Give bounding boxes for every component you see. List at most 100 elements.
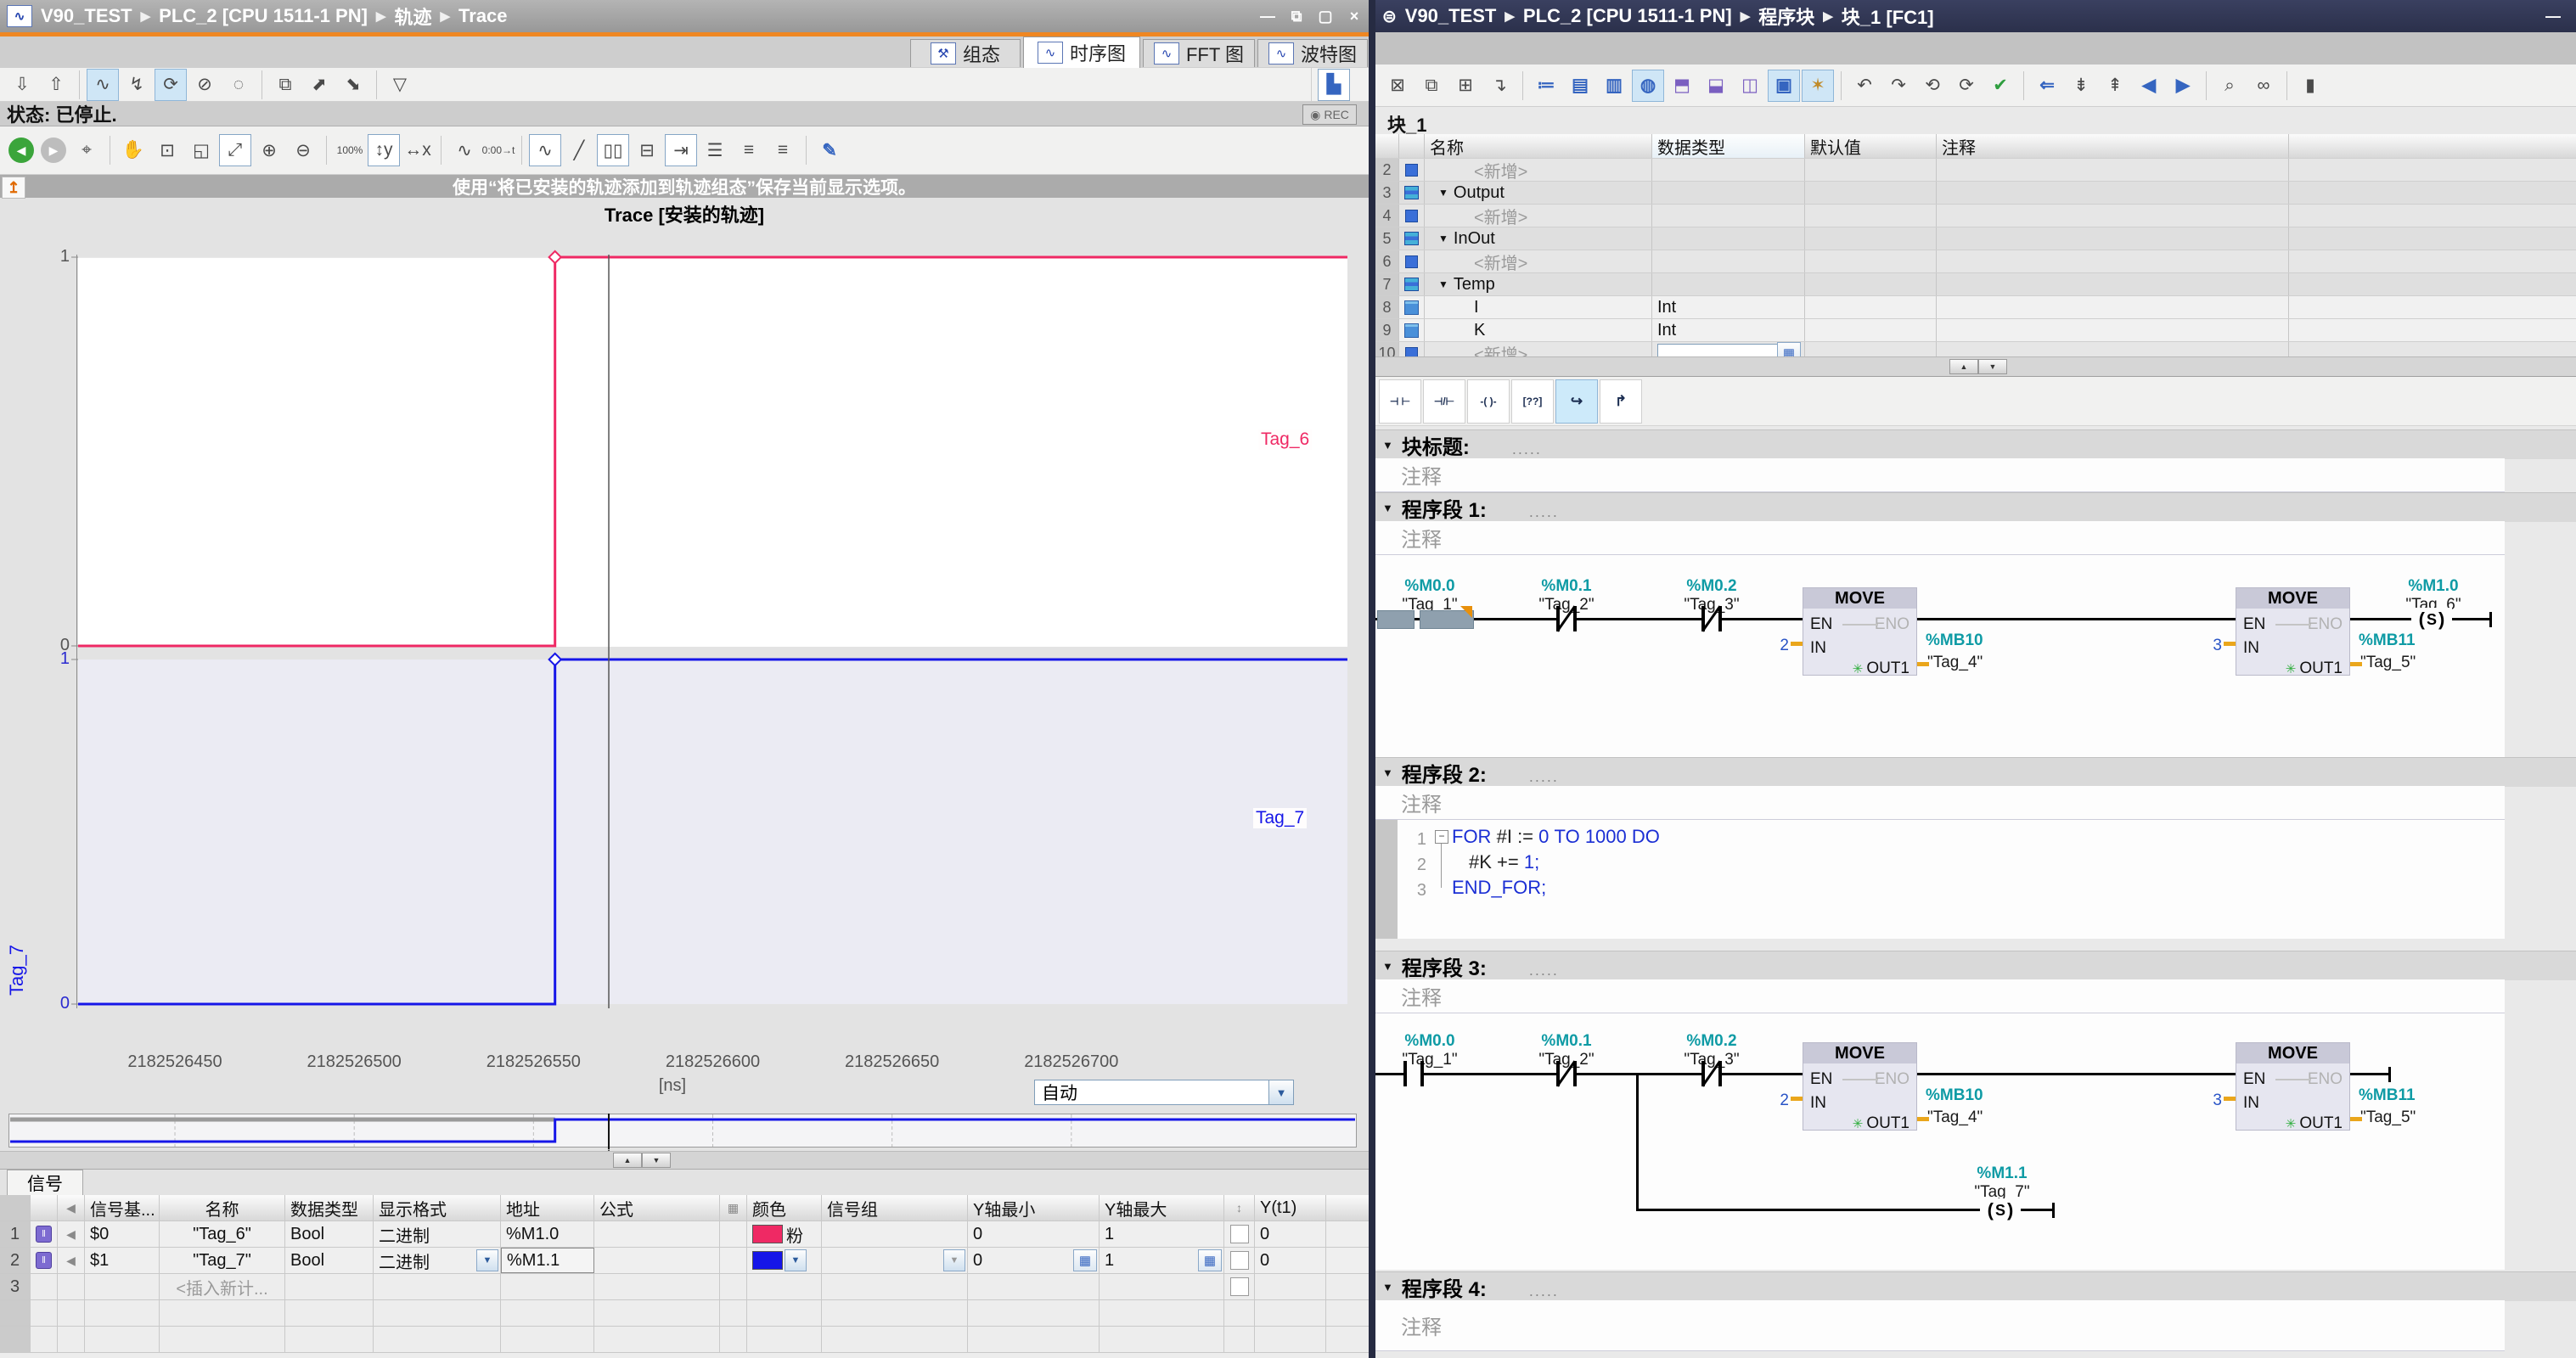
float-button[interactable]: ▢ bbox=[1311, 8, 1340, 25]
tab-configuration[interactable]: ⚒ 组态 bbox=[910, 39, 1021, 67]
overview-band[interactable] bbox=[8, 1114, 1357, 1148]
copy-icon[interactable]: ⧉ bbox=[269, 69, 301, 101]
measure-cursor-icon[interactable]: ⌖ bbox=[70, 134, 103, 166]
out1-pin[interactable]: OUT1 bbox=[1866, 1114, 1910, 1133]
collapse-up-button[interactable]: ▲ bbox=[1949, 359, 1978, 374]
scale-checkbox-cell[interactable] bbox=[1224, 1274, 1255, 1299]
eno-pin[interactable]: ENO bbox=[2308, 615, 2343, 634]
operand-tag[interactable]: "Tag_2" bbox=[1516, 596, 1617, 614]
network-1-header[interactable]: ▼ 程序段 1: ..... bbox=[1375, 492, 2576, 522]
set-coil[interactable]: (S) bbox=[1980, 1198, 2021, 1222]
header-datatype[interactable]: 数据类型 bbox=[285, 1195, 374, 1221]
out-operand-address[interactable]: %MB10 bbox=[1926, 631, 2028, 650]
section-name-cell[interactable]: ▼InOut bbox=[1425, 227, 1652, 250]
color-cell[interactable]: 粉 bbox=[747, 1221, 822, 1247]
in-pin[interactable]: IN bbox=[1810, 639, 1826, 658]
header-name[interactable]: 名称 bbox=[160, 1195, 285, 1221]
no-contact-button[interactable]: ⊣ ⊢ bbox=[1379, 379, 1421, 424]
add-to-config-shortcut-icon[interactable]: ↥ bbox=[2, 177, 25, 199]
close-button[interactable]: × bbox=[1340, 8, 1369, 25]
download-icon[interactable]: ✔ bbox=[1984, 70, 2016, 102]
var-name-cell[interactable]: I bbox=[1425, 296, 1652, 318]
out-operand-tag[interactable]: "Tag_5" bbox=[2360, 654, 2462, 672]
out-operand-tag[interactable]: "Tag_5" bbox=[2360, 1108, 2462, 1127]
export-csv-icon[interactable]: ⬈ bbox=[303, 69, 335, 101]
header-y-t1[interactable]: Y(t1) bbox=[1255, 1195, 1326, 1221]
close-branch-button[interactable]: ↱ bbox=[1600, 379, 1642, 424]
signal-base-cell[interactable]: $0 bbox=[85, 1221, 160, 1247]
network-list-icon[interactable]: ▤ bbox=[1564, 70, 1596, 102]
bars-vertical-icon[interactable]: ▯▯ bbox=[597, 134, 629, 166]
header-color[interactable]: 颜色 bbox=[747, 1195, 822, 1221]
out-operand-address[interactable]: %MB11 bbox=[2359, 631, 2461, 650]
signal-name-cell[interactable]: "Tag_6" bbox=[160, 1221, 285, 1247]
add-new-cell[interactable]: <新增> bbox=[1425, 205, 1652, 227]
header-display-format[interactable]: 显示格式 bbox=[374, 1195, 501, 1221]
compile-icon[interactable]: ⟲ bbox=[1916, 70, 1949, 102]
address-cell[interactable]: %M1.0 bbox=[501, 1221, 594, 1247]
coil-address[interactable]: %M1.1 bbox=[1951, 1164, 2053, 1183]
out-operand-tag[interactable]: "Tag_4" bbox=[1927, 1108, 2029, 1127]
next-error-icon[interactable]: ▶ bbox=[2167, 70, 2199, 102]
favorites-icon[interactable]: ✶ bbox=[1802, 70, 1834, 102]
restore-button[interactable]: ⧉ bbox=[1282, 8, 1311, 25]
chevron-down-icon[interactable]: ▼ bbox=[1438, 187, 1448, 199]
out1-pin[interactable]: OUT1 bbox=[2299, 1114, 2343, 1133]
title-dots[interactable]: ..... bbox=[1512, 441, 1542, 458]
time-base-select[interactable]: 自动 ▼ bbox=[1034, 1080, 1294, 1105]
header-speaker-icon[interactable]: ◀ bbox=[58, 1195, 85, 1221]
tab-signals[interactable]: 信号 bbox=[7, 1170, 83, 1196]
add-installed-trace-to-config-icon[interactable]: ∿ bbox=[87, 69, 119, 101]
samples-markers-icon[interactable]: ∿ bbox=[529, 134, 561, 166]
out1-pin[interactable]: OUT1 bbox=[2299, 659, 2343, 678]
in-pin[interactable]: IN bbox=[1810, 1094, 1826, 1113]
chevron-down-icon[interactable]: ▼ bbox=[476, 1249, 498, 1271]
branch-icon[interactable]: ⬓ bbox=[1700, 70, 1732, 102]
eno-pin[interactable]: ENO bbox=[1875, 615, 1910, 634]
series-label-tag6[interactable]: Tag_6 bbox=[1258, 429, 1312, 450]
block-comment[interactable]: 注释 bbox=[1375, 458, 2505, 492]
redo-icon[interactable]: ↷ bbox=[1882, 70, 1915, 102]
signal-base-cell[interactable]: $1 bbox=[85, 1248, 160, 1273]
pan-icon[interactable]: ✋ bbox=[117, 134, 149, 166]
block-properties-icon[interactable]: ▮ bbox=[2294, 70, 2326, 102]
filter-icon[interactable]: ▽ bbox=[384, 69, 416, 101]
add-new-cell[interactable]: <新增> bbox=[1425, 250, 1652, 272]
interface-row-inout[interactable]: 5 ▼InOut bbox=[1375, 227, 2576, 250]
network-4-comment[interactable]: 注释 bbox=[1375, 1300, 2505, 1351]
horizontal-splitter[interactable] bbox=[0, 1151, 1369, 1170]
comments-toggle-icon[interactable]: ◍ bbox=[1632, 70, 1664, 102]
y-max-cell[interactable]: 1 bbox=[1100, 1221, 1224, 1247]
section-name-cell[interactable]: ▼Output bbox=[1425, 182, 1652, 204]
speaker-icon[interactable]: ◀ bbox=[58, 1248, 85, 1273]
network-2-header[interactable]: ▼ 程序段 2: ..... bbox=[1375, 757, 2576, 787]
measurement-device-icon[interactable]: ▙ bbox=[1318, 69, 1350, 101]
breadcrumb-project[interactable]: V90_TEST bbox=[41, 5, 132, 27]
fx-cell[interactable] bbox=[720, 1221, 747, 1247]
collapse-down-button[interactable]: ▼ bbox=[1978, 359, 2007, 374]
split-editor-icon[interactable]: ⊠ bbox=[1381, 70, 1414, 102]
formula-cell[interactable] bbox=[594, 1221, 720, 1247]
var-type-cell[interactable]: Int bbox=[1652, 296, 1805, 318]
import-csv-icon[interactable]: ⬊ bbox=[337, 69, 369, 101]
network-3-comment[interactable]: 注释 bbox=[1375, 979, 2505, 1013]
checkbox[interactable] bbox=[1230, 1277, 1249, 1296]
network-1-comment[interactable]: 注释 bbox=[1375, 521, 2505, 555]
network-4-header[interactable]: ▼ 程序段 4: ..... bbox=[1375, 1271, 2576, 1301]
display-format-cell[interactable]: 二进制 bbox=[374, 1221, 501, 1247]
color-cell[interactable]: ▼ bbox=[747, 1248, 822, 1273]
checkbox[interactable] bbox=[1230, 1251, 1249, 1270]
samples-line-icon[interactable]: ╱ bbox=[563, 134, 595, 166]
header-name[interactable]: 名称 bbox=[1425, 134, 1652, 158]
chevron-down-icon[interactable]: ▼ bbox=[1382, 439, 1393, 452]
signal-datatype-cell[interactable]: Bool bbox=[285, 1221, 374, 1247]
scl-code-block[interactable]: 1 2 3 − FOR #I := 0 TO 1000 DO #K += 1; … bbox=[1375, 820, 2505, 939]
zoom-time-icon[interactable]: ⤢ bbox=[219, 134, 251, 166]
chevron-down-icon[interactable]: ▼ bbox=[1382, 766, 1393, 779]
in-constant[interactable]: 3 bbox=[2195, 637, 2222, 655]
reset-layout-icon[interactable]: ↴ bbox=[1483, 70, 1516, 102]
code-line-3[interactable]: END_FOR; bbox=[1452, 876, 1546, 899]
var-type-cell[interactable]: Int bbox=[1652, 319, 1805, 341]
formula-cell[interactable] bbox=[594, 1248, 720, 1273]
selected-contact-block[interactable] bbox=[1377, 610, 1415, 629]
